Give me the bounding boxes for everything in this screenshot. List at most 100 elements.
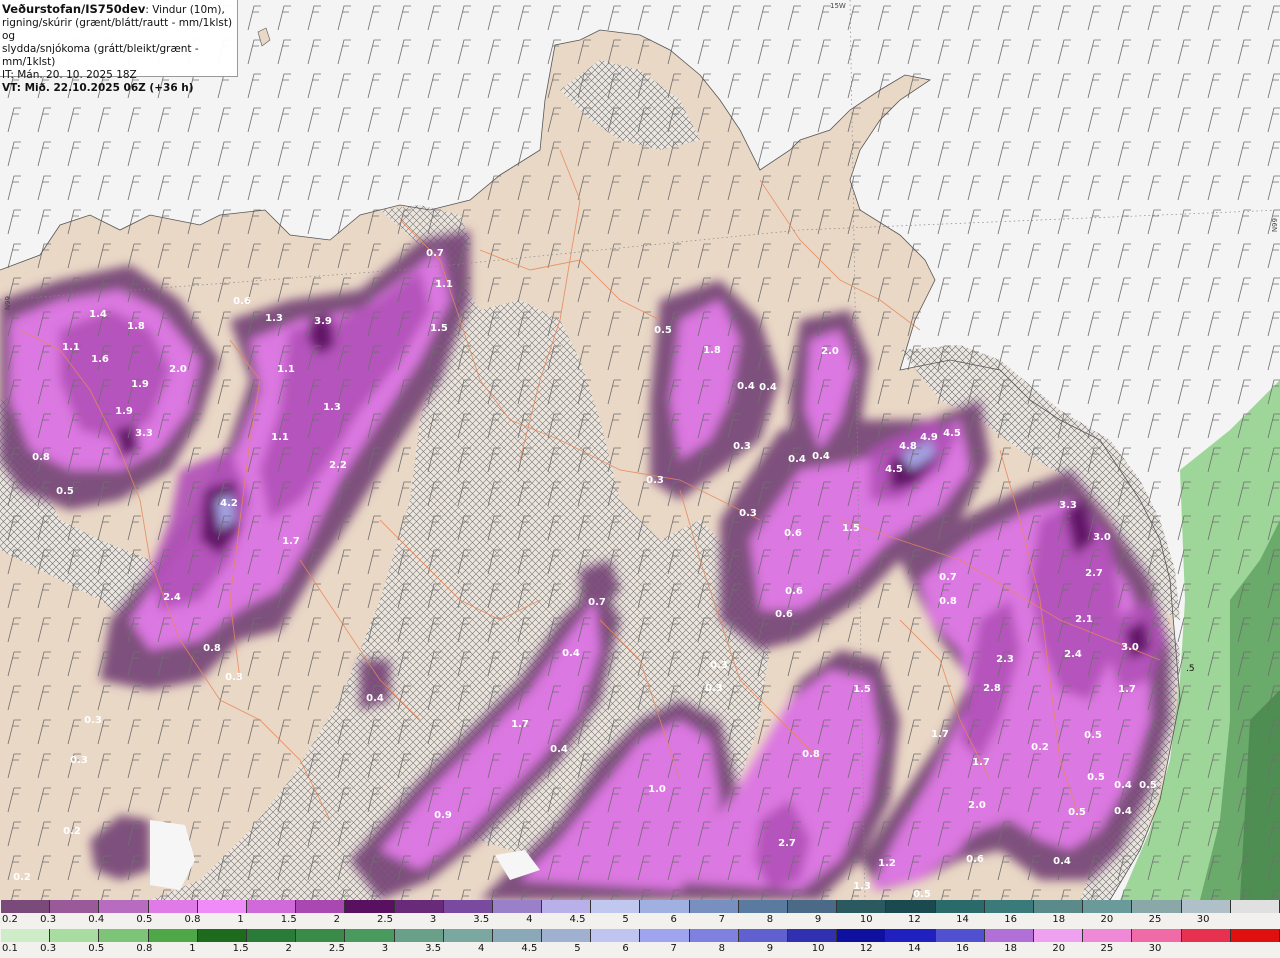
colorbar-label: 4 bbox=[478, 943, 485, 954]
colorbar-label: 1 bbox=[237, 914, 244, 925]
precip-value-label: 0.5 bbox=[1068, 807, 1086, 818]
colorbar-swatch bbox=[640, 929, 690, 942]
precip-value-label: 1.9 bbox=[115, 406, 133, 417]
header-line-3: slydda/snjókoma (grátt/bleikt/grænt - mm… bbox=[2, 43, 199, 68]
precip-value-label: 1.0 bbox=[648, 784, 666, 795]
colorbar-swatch bbox=[788, 900, 838, 913]
precip-value-label: 1.8 bbox=[703, 345, 721, 356]
colorbar-label: 20 bbox=[1100, 914, 1114, 925]
colorbar-swatch bbox=[1132, 929, 1182, 942]
precip-value-label: 1.5 bbox=[842, 523, 860, 534]
colorbar-swatch bbox=[738, 929, 788, 942]
colorbar-label: 16 bbox=[1004, 914, 1017, 925]
colorbar-swatch bbox=[1132, 900, 1182, 913]
precip-value-label: 1.7 bbox=[511, 719, 529, 730]
init-time: IT: Mán. 20. 10. 2025 18Z bbox=[2, 69, 137, 81]
precip-value-label: 0.5 bbox=[654, 325, 672, 336]
colorbar-label: 12 bbox=[907, 914, 921, 925]
colorbar-label: 0.4 bbox=[88, 914, 105, 925]
colorbar-swatch bbox=[984, 900, 1034, 913]
colorbar-swatch bbox=[99, 900, 149, 913]
colorbar-swatch bbox=[1, 929, 51, 942]
precip-value-label: 0.6 bbox=[784, 528, 802, 539]
colorbar-swatch bbox=[935, 929, 985, 942]
precip-value-label: 1.7 bbox=[1118, 684, 1136, 695]
colorbar-label: 3 bbox=[381, 943, 389, 954]
colorbar-swatch bbox=[935, 900, 985, 913]
precip-value-label: 0.5 bbox=[56, 486, 74, 497]
precip-value-label: 0.4 bbox=[788, 454, 806, 465]
colorbar-label: 18 bbox=[1004, 943, 1017, 954]
precip-value-label: 0.3 bbox=[739, 508, 757, 519]
precip-value-label: 0.2 bbox=[1031, 742, 1049, 753]
colorbar-label: 16 bbox=[956, 943, 969, 954]
precip-value-label: 1.2 bbox=[878, 858, 896, 869]
colorbar-label: 7 bbox=[718, 914, 726, 925]
colorbar-swatch bbox=[886, 900, 936, 913]
precip-value-label: 0.5 bbox=[1084, 730, 1102, 741]
colorbar-swatch bbox=[99, 929, 149, 942]
precip-value-label: 0.4 bbox=[1114, 806, 1132, 817]
precip-value-label: 0.7 bbox=[588, 597, 606, 608]
precip-value-label: 0.7 bbox=[939, 572, 957, 583]
precip-value-label: 0.2 bbox=[63, 826, 81, 837]
colorbar-label: 9 bbox=[766, 943, 774, 954]
colorbar-label: 20 bbox=[1052, 943, 1066, 954]
colorbar-label: 1 bbox=[189, 943, 196, 954]
colorbar-swatch bbox=[197, 929, 247, 942]
precip-value-label: 1.3 bbox=[265, 313, 283, 324]
precip-value-label: 2.3 bbox=[996, 654, 1014, 665]
precip-value-label: 0.5 bbox=[1087, 772, 1105, 783]
precip-value-label: 4.2 bbox=[220, 498, 238, 509]
colorbar-label: 0.8 bbox=[184, 914, 201, 925]
precip-value-label: 0.4 bbox=[759, 382, 777, 393]
colorbar-label: 14 bbox=[907, 943, 921, 954]
colorbar-label: 10 bbox=[811, 943, 825, 954]
colorbar-label: 5 bbox=[622, 914, 629, 925]
colorbar-swatch bbox=[788, 929, 838, 942]
rain-colorbar: 0.1 0.3 0.5 0.8 1 1.5 2 2.5 3 3.5 4 4.5 5 6 7 8 9 10 12 14 1… bbox=[0, 929, 1280, 958]
precip-value-label: 3.0 bbox=[1121, 642, 1139, 653]
precip-value-label: 1.4 bbox=[89, 309, 107, 320]
colorbar-swatch bbox=[1, 900, 51, 913]
colorbar-label: 8 bbox=[766, 914, 774, 925]
precip-value-label: 2.4 bbox=[1064, 649, 1082, 660]
colorbar-label: 25 bbox=[1148, 914, 1162, 925]
rain-colorbar-swatches bbox=[1, 929, 1280, 942]
colorbar-label: 0.8 bbox=[136, 943, 153, 954]
precip-value-label: 3.3 bbox=[135, 428, 153, 439]
colorbar-label: 6 bbox=[622, 943, 629, 954]
colorbar-swatch bbox=[246, 929, 297, 942]
precip-value-label: 0.9 bbox=[434, 810, 452, 821]
colorbar-label: 0.1 bbox=[2, 943, 18, 954]
precip-value-label: 0.3 bbox=[70, 755, 88, 766]
colorbar-swatch bbox=[345, 929, 395, 942]
colorbar-swatch bbox=[492, 929, 543, 942]
precip-value-label: 1.7 bbox=[972, 757, 990, 768]
precip-value-label: 0.4 bbox=[1114, 780, 1132, 791]
coast-value-label: .5 bbox=[1186, 664, 1195, 674]
precip-value-label: 1.3 bbox=[853, 881, 871, 892]
colorbar-swatch bbox=[443, 929, 493, 942]
colorbar-label: 0.5 bbox=[88, 943, 105, 954]
precip-value-label: 0.3 bbox=[84, 715, 102, 726]
precip-value-label: 0.8 bbox=[802, 749, 820, 760]
colorbar-swatch bbox=[296, 900, 346, 913]
wind-barbs bbox=[0, 0, 1280, 900]
colorbar-label: 5 bbox=[574, 943, 581, 954]
precip-value-label: 3.3 bbox=[1059, 500, 1077, 511]
precip-value-label: 2.0 bbox=[169, 364, 187, 375]
precip-value-label: 2.1 bbox=[1075, 614, 1093, 625]
colorbar-label: 18 bbox=[1052, 914, 1066, 925]
colorbar-label: 2 bbox=[333, 914, 341, 925]
precip-value-label: 4.8 bbox=[899, 441, 917, 452]
colorbar-swatch bbox=[689, 900, 739, 913]
precip-value-label: 0.8 bbox=[939, 596, 957, 607]
colorbar-swatch bbox=[1181, 900, 1231, 913]
colorbar-swatch bbox=[542, 929, 592, 942]
colorbar-label: 0.5 bbox=[136, 914, 153, 925]
precip-value-label: 2.0 bbox=[821, 346, 839, 357]
precip-value-label: 0.6 bbox=[233, 296, 251, 307]
longitude-label-15w: 15W bbox=[830, 2, 846, 10]
precip-value-label: 0.5 bbox=[913, 889, 931, 900]
